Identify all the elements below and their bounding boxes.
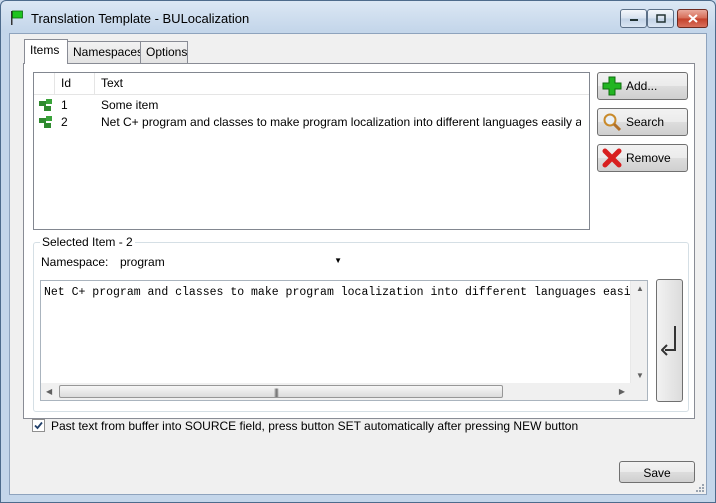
close-icon: [687, 14, 698, 23]
horizontal-scroll-thumb[interactable]: |||: [59, 385, 503, 398]
tab-label: Items: [30, 43, 60, 57]
namespace-value: program: [120, 255, 165, 269]
enter-arrow-icon: [660, 325, 676, 356]
tab-namespaces[interactable]: Namespaces: [67, 41, 144, 63]
column-header-icon[interactable]: [34, 73, 55, 95]
window-title: Translation Template - BULocalization: [31, 11, 250, 26]
red-x-icon: [602, 148, 622, 168]
scroll-down-icon[interactable]: ▼: [636, 371, 644, 380]
tab-options[interactable]: Options: [140, 41, 188, 63]
save-button[interactable]: Save: [619, 461, 695, 483]
scroll-left-icon[interactable]: ◀: [46, 387, 52, 396]
selected-item-title: Selected Item - 2: [40, 235, 135, 249]
plus-icon: [602, 76, 622, 96]
title-bar[interactable]: Translation Template - BULocalization: [1, 1, 715, 33]
item-text-content: Net C+ program and classes to make progr…: [44, 286, 630, 299]
item-id: 1: [61, 98, 68, 112]
maximize-icon: [655, 14, 666, 23]
items-tab-page: Id Text 1 Some item 2 Net C+ program and…: [23, 63, 695, 419]
scroll-up-icon[interactable]: ▲: [636, 284, 644, 293]
add-button[interactable]: Add...: [597, 72, 688, 100]
app-window: Translation Template - BULocalization It…: [0, 0, 716, 503]
add-button-label: Add...: [626, 79, 658, 93]
selected-item-group: Selected Item - 2 Namespace: program ▼ N…: [33, 235, 689, 412]
tab-label: Options: [146, 45, 188, 59]
magnifier-icon: [603, 113, 622, 132]
dropdown-arrow-icon: ▼: [334, 256, 342, 265]
paste-checkbox-label: Past text from buffer into SOURCE field,…: [51, 419, 579, 433]
list-header: Id Text: [34, 73, 589, 95]
item-text-editor[interactable]: Net C+ program and classes to make progr…: [40, 280, 648, 401]
tree-node-icon: [39, 99, 52, 111]
close-button[interactable]: [677, 9, 708, 28]
paste-checkbox[interactable]: [32, 419, 45, 432]
namespace-select[interactable]: program ▼: [112, 252, 348, 272]
namespace-label: Namespace:: [41, 255, 109, 269]
item-text: Net C+ program and classes to make progr…: [101, 115, 581, 129]
vertical-scrollbar[interactable]: ▲ ▼: [630, 281, 647, 383]
tab-label: Namespaces: [73, 45, 144, 59]
search-button-label: Search: [626, 115, 665, 129]
tree-node-icon: [39, 116, 52, 128]
minimize-icon: [629, 18, 638, 21]
remove-button-label: Remove: [626, 151, 671, 165]
items-list[interactable]: Id Text 1 Some item 2 Net C+ program and…: [33, 72, 590, 230]
scroll-corner: [630, 383, 647, 400]
tab-items[interactable]: Items: [24, 39, 68, 64]
column-header-text[interactable]: Text: [95, 73, 589, 95]
resize-grip-icon[interactable]: [695, 483, 705, 493]
maximize-button[interactable]: [647, 9, 674, 28]
scroll-right-icon[interactable]: ▶: [619, 387, 625, 396]
remove-button[interactable]: Remove: [597, 144, 688, 172]
checkmark-icon: [34, 421, 43, 430]
client-area: Items Namespaces Options Id Text 1 Some …: [9, 33, 707, 495]
green-flag-icon: [11, 10, 23, 25]
search-button[interactable]: Search: [597, 108, 688, 136]
list-item[interactable]: 2 Net C+ program and classes to make pro…: [34, 114, 589, 131]
set-button[interactable]: [656, 279, 683, 402]
item-id: 2: [61, 115, 68, 129]
horizontal-scrollbar[interactable]: ◀ ||| ▶: [41, 383, 630, 400]
minimize-button[interactable]: [620, 9, 647, 28]
item-text: Some item: [101, 98, 159, 112]
column-header-id[interactable]: Id: [55, 73, 95, 95]
list-item[interactable]: 1 Some item: [34, 97, 589, 114]
